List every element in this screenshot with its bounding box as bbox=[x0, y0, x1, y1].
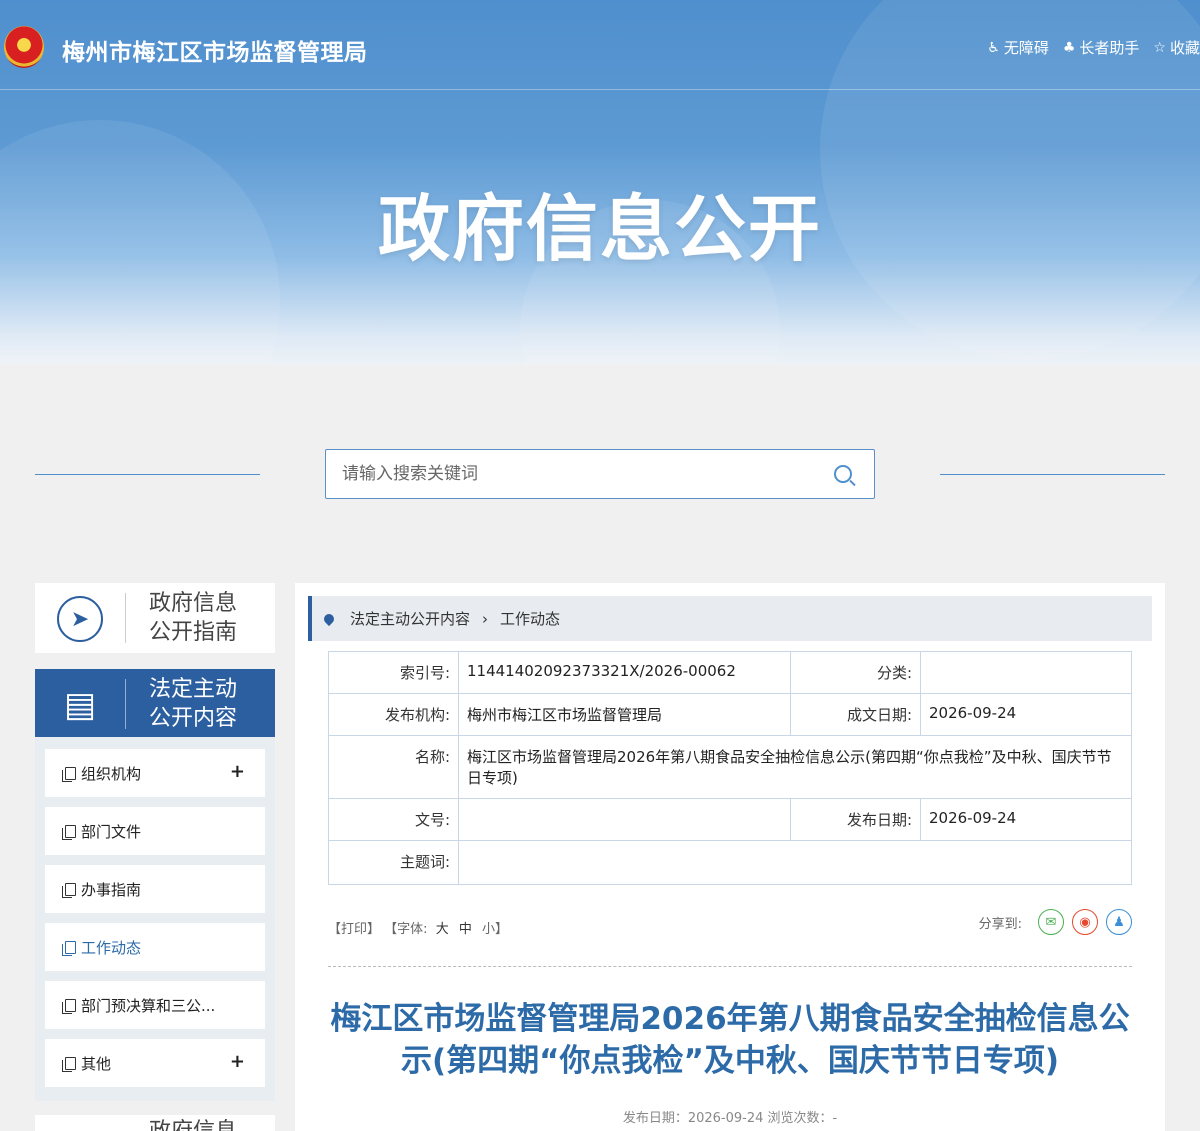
name-label: 名称: bbox=[328, 735, 459, 799]
file-icon bbox=[62, 766, 76, 782]
guide-card-label: 政府信息 公开指南 bbox=[149, 591, 238, 645]
sidebar-item-budget[interactable]: 部门预决算和三公... bbox=[45, 981, 265, 1029]
accessibility-label: 无障碍 bbox=[1003, 39, 1049, 57]
font-size-label: 【字体: bbox=[384, 922, 428, 937]
location-pin-icon bbox=[321, 611, 337, 626]
sidebar-item-documents[interactable]: 部门文件 bbox=[45, 807, 265, 855]
file-icon bbox=[62, 1056, 76, 1072]
created-value: 2026-09-24 bbox=[920, 693, 1132, 736]
keywords-label: 主题词: bbox=[328, 840, 459, 885]
file-icon bbox=[62, 940, 76, 956]
sidebar-item-label: 办事指南 bbox=[81, 880, 142, 899]
search-box bbox=[325, 449, 875, 499]
search-divider-left bbox=[35, 474, 260, 475]
bottom-card-label: 政府信息 bbox=[149, 1117, 237, 1131]
card-divider bbox=[125, 593, 126, 643]
print-button[interactable]: 【打印】 bbox=[328, 922, 380, 937]
table-row: 名称: 梅江区市场监督管理局2026年第八期食品安全抽检信息公示(第四期“你点我… bbox=[328, 735, 1132, 799]
file-icon bbox=[62, 998, 76, 1014]
table-row: 索引号: 11441402092373321X/2026-00062 分类: bbox=[328, 651, 1132, 694]
index-value: 11441402092373321X/2026-00062 bbox=[458, 651, 791, 694]
file-icon bbox=[62, 882, 76, 898]
font-medium-button[interactable]: 中 bbox=[459, 922, 472, 937]
document-icon: ▤ bbox=[63, 685, 97, 725]
sidebar-item-organization[interactable]: 组织机构 + bbox=[45, 749, 265, 797]
content-card[interactable]: ▤ 法定主动 公开内容 bbox=[35, 669, 275, 737]
keywords-value bbox=[458, 840, 1132, 885]
article-title: 梅江区市场监督管理局2026年第八期食品安全抽检信息公示(第四期“你点我检”及中… bbox=[330, 1001, 1130, 1079]
breadcrumb-root[interactable]: 法定主动公开内容 bbox=[350, 608, 470, 629]
expand-icon[interactable]: + bbox=[230, 1051, 245, 1072]
category-value bbox=[920, 651, 1132, 694]
content-card-label: 法定主动 公开内容 bbox=[149, 677, 238, 731]
qq-icon[interactable]: ♟ bbox=[1106, 909, 1132, 935]
accessibility-icon: ♿ bbox=[987, 39, 1000, 56]
chevron-right-icon: › bbox=[482, 609, 489, 628]
header-banner: 梅州市梅江区市场监督管理局 ♿ 无障碍 ♣ 长者助手 ☆ 收藏 政府信息公开 bbox=[0, 0, 1200, 365]
pubdate-value: 2026-09-24 bbox=[920, 798, 1132, 841]
weibo-icon[interactable]: ◉ bbox=[1072, 909, 1098, 935]
guide-card[interactable]: ➤ 政府信息 公开指南 bbox=[35, 583, 275, 653]
docno-label: 文号: bbox=[328, 798, 459, 841]
national-emblem-icon bbox=[4, 26, 44, 68]
category-label: 分类: bbox=[790, 651, 921, 694]
article-tools: 【打印】 【字体: 大 中 小】 分享到: ✉ ◉ ♟ bbox=[328, 909, 1132, 937]
accessibility-link[interactable]: ♿ 无障碍 bbox=[987, 37, 1049, 58]
star-icon: ☆ bbox=[1153, 39, 1166, 56]
content-panel: 法定主动公开内容 › 工作动态 索引号: 11441402092373321X/… bbox=[295, 583, 1165, 1131]
breadcrumb: 法定主动公开内容 › 工作动态 bbox=[308, 596, 1152, 641]
name-value: 梅江区市场监督管理局2026年第八期食品安全抽检信息公示(第四期“你点我检”及中… bbox=[458, 735, 1132, 799]
site-title[interactable]: 梅州市梅江区市场监督管理局 bbox=[62, 33, 368, 67]
sidebar: ➤ 政府信息 公开指南 ▤ 法定主动 公开内容 组织机构 + 部门文件 办事指南 … bbox=[35, 583, 275, 1131]
sidebar-item-news[interactable]: 工作动态 bbox=[45, 923, 265, 971]
publisher-value: 梅州市梅江区市场监督管理局 bbox=[458, 693, 791, 736]
docno-value bbox=[458, 798, 791, 841]
compass-icon: ➤ bbox=[57, 596, 103, 642]
elder-helper-icon: ♣ bbox=[1062, 39, 1076, 56]
created-label: 成文日期: bbox=[790, 693, 921, 736]
search-divider-right bbox=[940, 474, 1165, 475]
meta-table: 索引号: 11441402092373321X/2026-00062 分类: 发… bbox=[328, 651, 1132, 885]
card-divider bbox=[125, 679, 126, 729]
sidebar-item-label: 其他 bbox=[81, 1054, 112, 1073]
font-large-button[interactable]: 大 bbox=[436, 922, 449, 937]
pubdate-label: 发布日期: bbox=[790, 798, 921, 841]
elder-helper-link[interactable]: ♣ 长者助手 bbox=[1063, 37, 1140, 58]
sidebar-item-guide[interactable]: 办事指南 bbox=[45, 865, 265, 913]
bottom-card[interactable]: 政府信息 bbox=[35, 1115, 275, 1131]
elder-helper-label: 长者助手 bbox=[1079, 39, 1140, 57]
table-row: 主题词: bbox=[328, 840, 1132, 885]
expand-icon[interactable]: + bbox=[230, 761, 245, 782]
top-links: ♿ 无障碍 ♣ 长者助手 ☆ 收藏 bbox=[987, 37, 1200, 58]
article-meta: 发布日期：2026-09-24 浏览次数：- bbox=[622, 1111, 838, 1126]
divider bbox=[328, 966, 1132, 967]
publisher-label: 发布机构: bbox=[328, 693, 459, 736]
file-icon bbox=[62, 824, 76, 840]
wechat-icon[interactable]: ✉ bbox=[1038, 909, 1064, 935]
search-input[interactable] bbox=[326, 450, 806, 498]
table-row: 文号: 发布日期: 2026-09-24 bbox=[328, 798, 1132, 841]
submenu: 组织机构 + 部门文件 办事指南 工作动态 部门预决算和三公... 其他 + bbox=[35, 737, 275, 1101]
sidebar-item-label: 部门文件 bbox=[81, 822, 142, 841]
sidebar-item-label: 部门预决算和三公... bbox=[81, 996, 216, 1015]
banner-title: 政府信息公开 bbox=[377, 187, 822, 271]
top-bar: 梅州市梅江区市场监督管理局 ♿ 无障碍 ♣ 长者助手 ☆ 收藏 bbox=[0, 0, 1200, 90]
favorite-link[interactable]: ☆ 收藏 bbox=[1153, 37, 1200, 58]
favorite-label: 收藏 bbox=[1169, 39, 1200, 57]
share-label: 分享到: bbox=[978, 916, 1022, 932]
sidebar-item-label: 组织机构 bbox=[81, 764, 142, 783]
index-label: 索引号: bbox=[328, 651, 459, 694]
breadcrumb-current[interactable]: 工作动态 bbox=[500, 608, 560, 629]
search-icon[interactable] bbox=[834, 465, 852, 483]
share-bar: 分享到: ✉ ◉ ♟ bbox=[979, 909, 1132, 935]
font-small-button[interactable]: 小】 bbox=[482, 922, 508, 937]
sidebar-item-label: 工作动态 bbox=[81, 938, 142, 957]
sidebar-item-other[interactable]: 其他 + bbox=[45, 1039, 265, 1087]
table-row: 发布机构: 梅州市梅江区市场监督管理局 成文日期: 2026-09-24 bbox=[328, 693, 1132, 736]
